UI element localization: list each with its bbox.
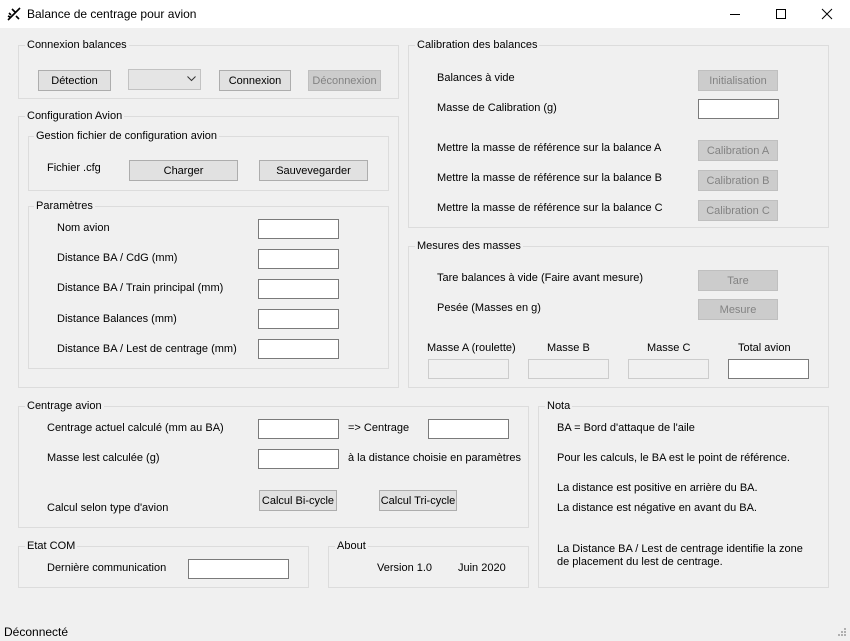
status-text: Déconnecté: [4, 625, 69, 639]
title-bar: Balance de centrage pour avion: [0, 0, 850, 28]
calibration-c-button[interactable]: Calibration C: [698, 200, 778, 221]
calibration-legend: Calibration des balances: [415, 39, 540, 52]
ref-b-label: Mettre la masse de référence sur la bala…: [437, 172, 663, 184]
com-legend: Etat COM: [25, 540, 78, 553]
mass-b-field: [528, 359, 609, 379]
load-button[interactable]: Charger: [129, 160, 238, 181]
tare-label: Tare balances à vide (Faire avant mesure…: [437, 272, 644, 284]
nom-avion-label: Nom avion: [57, 222, 110, 234]
airplane-icon: [7, 7, 21, 21]
disconnect-button[interactable]: Déconnexion: [308, 70, 381, 91]
lest-label: Masse lest calculée (g): [47, 452, 160, 464]
params-legend: Paramètres: [34, 200, 95, 213]
lest-input[interactable]: [258, 449, 339, 469]
minimize-icon: [730, 14, 740, 15]
maximize-icon: [776, 9, 786, 19]
port-select[interactable]: [128, 69, 201, 90]
centrage-legend: Centrage avion: [25, 400, 104, 413]
nota-line-4: La distance est négative en avant du BA.: [557, 502, 757, 514]
version-label: Version 1.0: [377, 562, 433, 574]
mass-b-label: Masse B: [547, 342, 590, 354]
distance-cdg-label: Distance BA / CdG (mm): [57, 252, 178, 264]
bicycle-button[interactable]: Calcul Bi-cycle: [259, 490, 337, 511]
centrage-arrow-label: => Centrage: [348, 422, 410, 434]
nota-line-1: BA = Bord d'attaque de l'aile: [557, 422, 695, 434]
connexion-legend: Connexion balances: [25, 39, 129, 52]
nota-line-6: de placement du lest de centrage.: [557, 556, 723, 568]
mass-c-label: Masse C: [647, 342, 691, 354]
maximize-button[interactable]: [758, 0, 804, 28]
empty-scales-label: Balances à vide: [437, 72, 515, 84]
last-comm-field: [188, 559, 289, 579]
calibration-b-button[interactable]: Calibration B: [698, 170, 778, 191]
window-title: Balance de centrage pour avion: [27, 7, 197, 21]
distance-balances-label: Distance Balances (mm): [57, 313, 177, 325]
about-legend: About: [335, 540, 368, 553]
close-icon: [821, 8, 833, 20]
pesee-label: Pesée (Masses en g): [437, 302, 541, 314]
distance-train-label: Distance BA / Train principal (mm): [57, 282, 224, 294]
resize-grip-icon[interactable]: [835, 627, 847, 639]
close-button[interactable]: [804, 0, 850, 28]
nom-avion-input[interactable]: [258, 219, 339, 239]
distance-train-input[interactable]: [258, 279, 339, 299]
total-label: Total avion: [738, 342, 791, 354]
save-button[interactable]: Sauvevegarder: [259, 160, 368, 181]
tare-button[interactable]: Tare: [698, 270, 778, 291]
nota-legend: Nota: [545, 400, 573, 413]
init-button[interactable]: Initialisation: [698, 70, 778, 91]
minimize-button[interactable]: [712, 0, 758, 28]
centrage-actual-label: Centrage actuel calculé (mm au BA): [47, 422, 224, 434]
file-label: Fichier .cfg: [47, 162, 101, 174]
total-field[interactable]: [728, 359, 809, 379]
date-label: Juin 2020: [458, 562, 506, 574]
mass-c-field: [628, 359, 709, 379]
calibration-a-button[interactable]: Calibration A: [698, 140, 778, 161]
mesures-legend: Mesures des masses: [415, 240, 523, 253]
distance-lest-input[interactable]: [258, 339, 339, 359]
detection-button[interactable]: Détection: [38, 70, 111, 91]
nota-line-3: La distance est positive en arrière du B…: [557, 482, 758, 494]
centrage-result-input[interactable]: [428, 419, 509, 439]
mesure-button[interactable]: Mesure: [698, 299, 778, 320]
lest-note: à la distance choisie en paramètres: [348, 452, 522, 464]
mass-a-field: [428, 359, 509, 379]
distance-cdg-input[interactable]: [258, 249, 339, 269]
calibration-mass-label: Masse de Calibration (g): [437, 102, 557, 114]
ref-c-label: Mettre la masse de référence sur la bala…: [437, 202, 663, 214]
distance-lest-label: Distance BA / Lest de centrage (mm): [57, 343, 237, 355]
type-label: Calcul selon type d'avion: [47, 502, 169, 514]
ref-a-label: Mettre la masse de référence sur la bala…: [437, 142, 662, 154]
centrage-actual-input[interactable]: [258, 419, 339, 439]
file-group-legend: Gestion fichier de configuration avion: [34, 130, 219, 143]
tricycle-button[interactable]: Calcul Tri-cycle: [379, 490, 457, 511]
last-comm-label: Dernière communication: [47, 562, 167, 574]
mass-a-label: Masse A (roulette): [427, 342, 516, 354]
nota-line-5: La Distance BA / Lest de centrage identi…: [557, 543, 803, 555]
config-legend: Configuration Avion: [25, 110, 125, 123]
calibration-mass-input[interactable]: [698, 99, 779, 119]
nota-line-2: Pour les calculs, le BA est le point de …: [557, 452, 790, 464]
distance-balances-input[interactable]: [258, 309, 339, 329]
chevron-down-icon: [187, 76, 196, 82]
connect-button[interactable]: Connexion: [219, 70, 291, 91]
